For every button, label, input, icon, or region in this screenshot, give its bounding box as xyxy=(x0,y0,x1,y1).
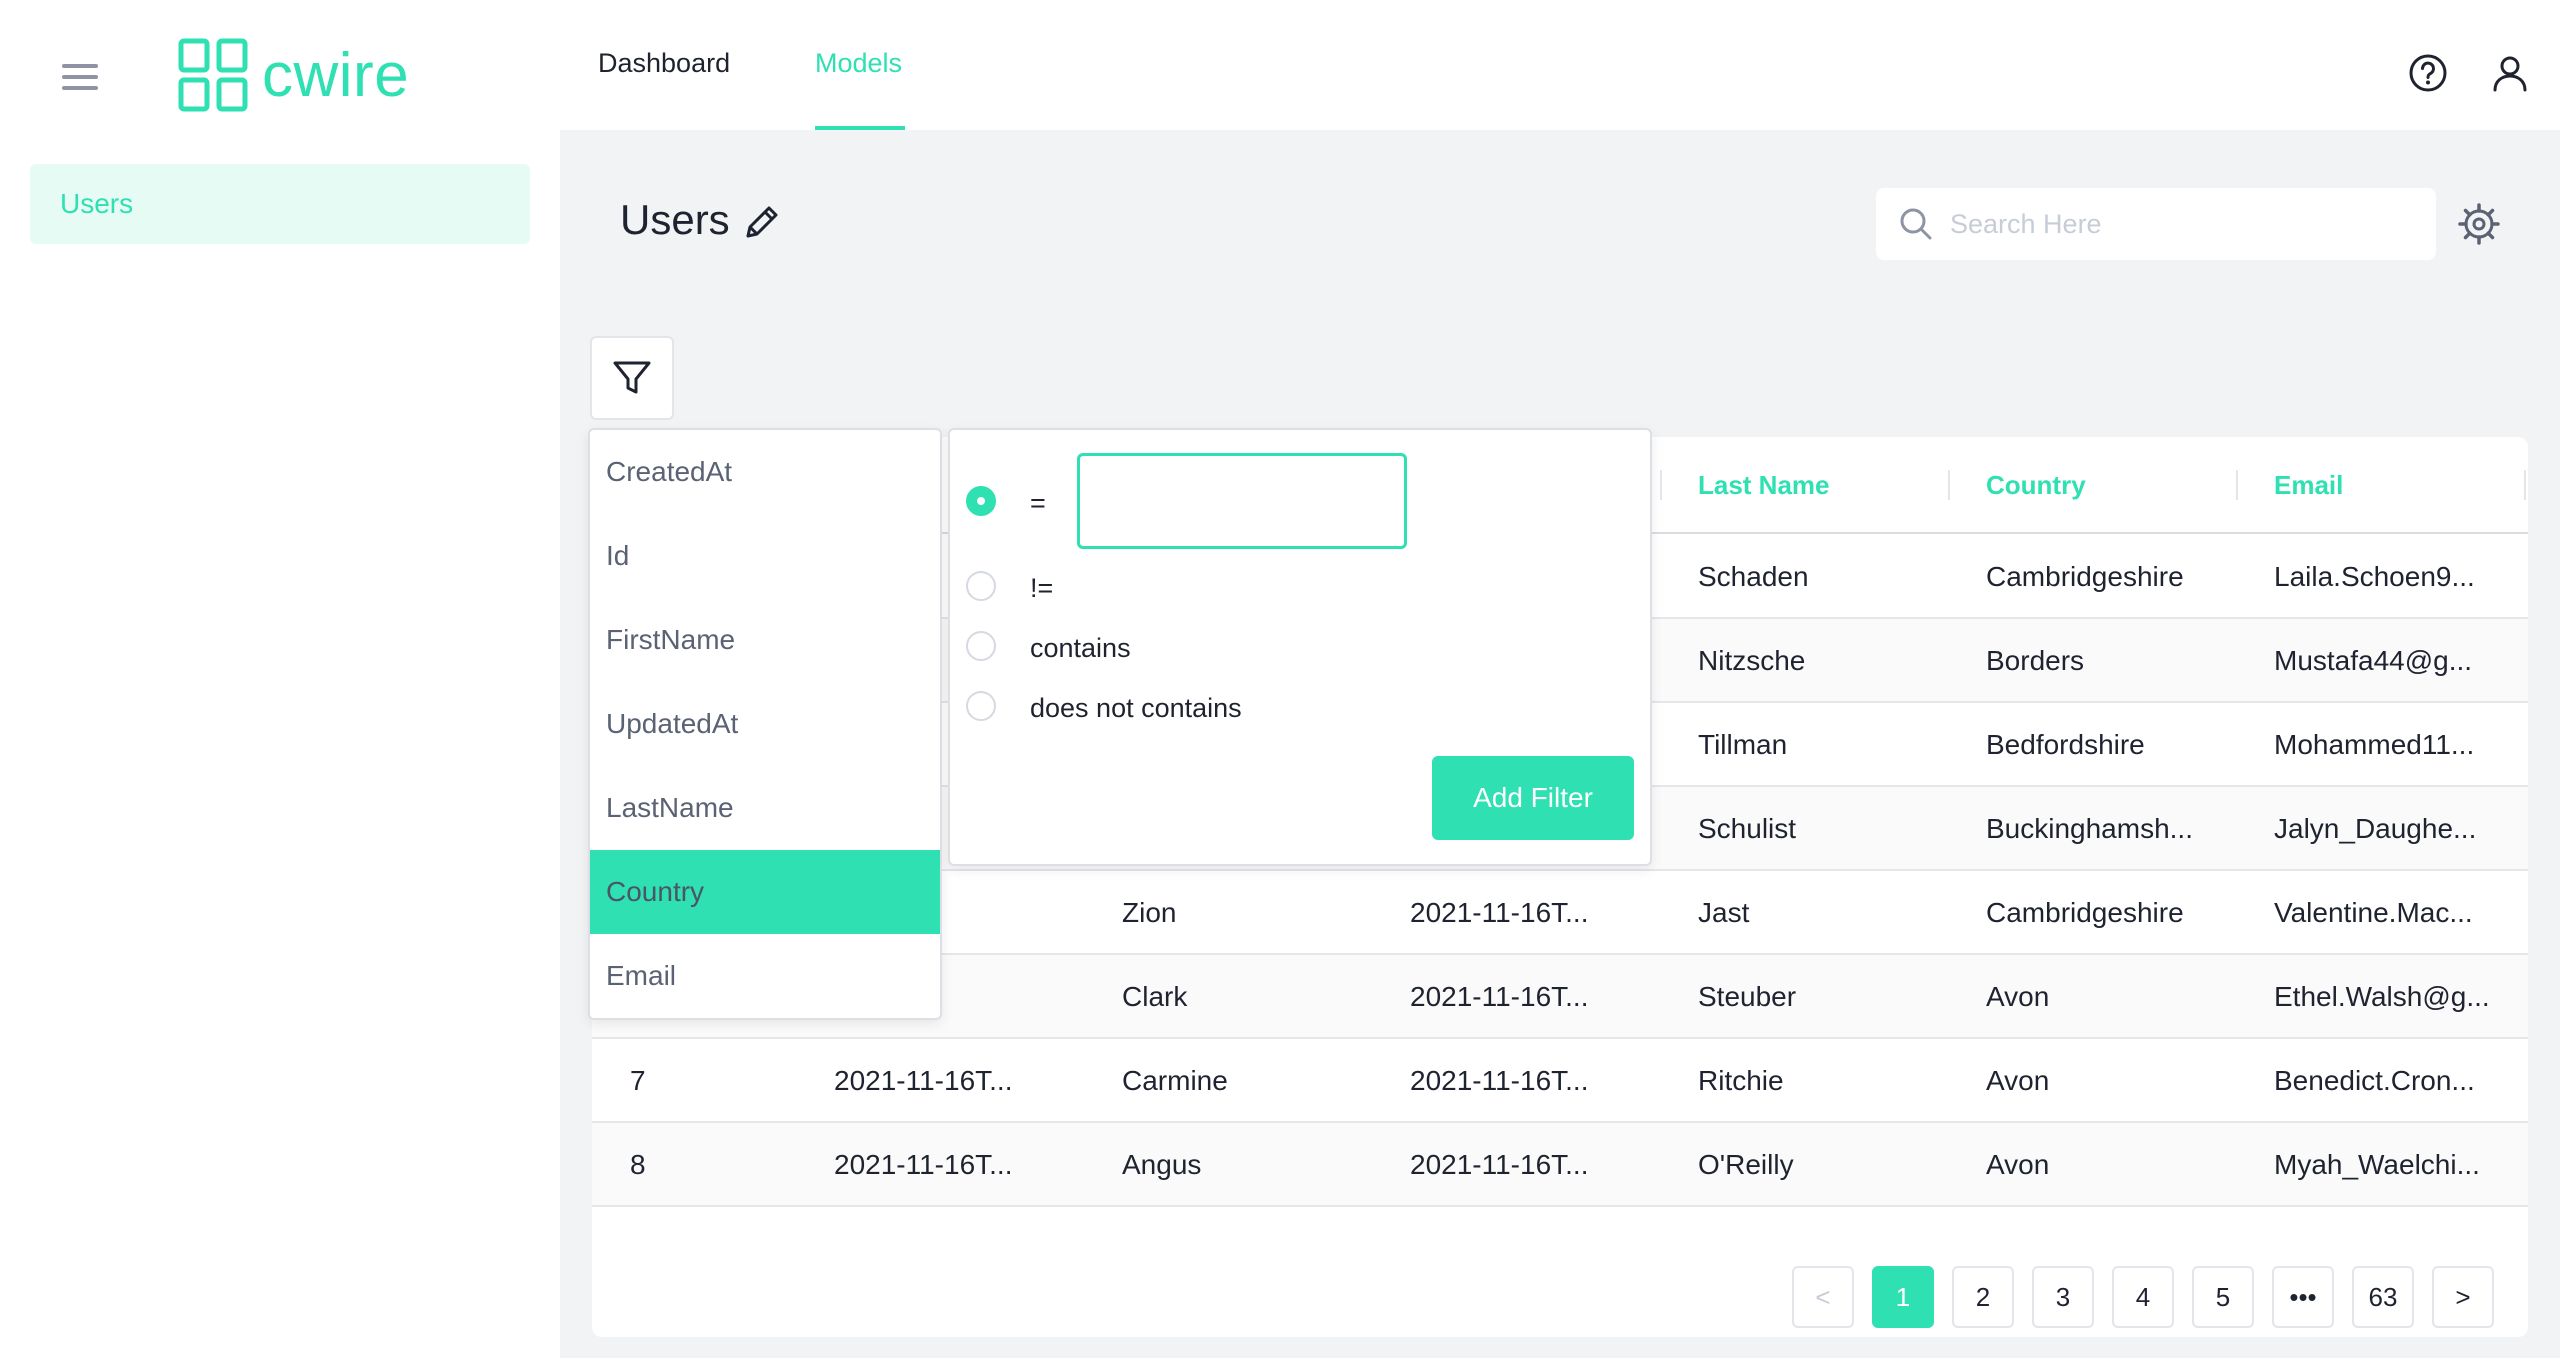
operator-not-contains-radio[interactable] xyxy=(966,691,996,721)
logo[interactable]: cwire xyxy=(178,35,409,115)
pagination-prev-button[interactable]: < xyxy=(1792,1266,1854,1328)
table-cell-last-name: Jast xyxy=(1698,897,1750,928)
table-cell-country: Cambridgeshire xyxy=(1986,897,2184,928)
filter-funnel-icon xyxy=(613,361,651,394)
operator-contains-label: contains xyxy=(1030,633,1131,663)
pagination-page-last[interactable]: 63 xyxy=(2352,1266,2414,1328)
user-icon[interactable] xyxy=(2489,52,2531,94)
gear-icon[interactable] xyxy=(2457,202,2501,246)
nav-tab-dashboard[interactable]: Dashboard xyxy=(598,30,730,130)
filter-value-input[interactable] xyxy=(1077,453,1407,549)
pagination-ellipsis[interactable]: ••• xyxy=(2272,1266,2334,1328)
operator-equals-radio[interactable] xyxy=(966,486,996,516)
table-cell-updated-at: 2021-11-16T... xyxy=(1410,1149,1589,1180)
logo-text: cwire xyxy=(262,40,410,110)
edit-pencil-icon[interactable] xyxy=(740,202,782,244)
table-cell-updated-at: 2021-11-16T... xyxy=(1410,1065,1589,1096)
table-cell-id: 8 xyxy=(630,1149,646,1180)
search-input[interactable] xyxy=(1948,207,2392,241)
table-cell-first-name: Zion xyxy=(1122,897,1177,928)
operator-contains-radio[interactable] xyxy=(966,631,996,661)
search-box[interactable] xyxy=(1876,188,2436,260)
filter-button[interactable] xyxy=(590,336,674,420)
table-cell-email: Mohammed11... xyxy=(2274,729,2475,760)
operator-not-equals-radio[interactable] xyxy=(966,571,996,601)
table-cell-first-name: Carmine xyxy=(1122,1065,1228,1096)
filter-field-country[interactable]: Country xyxy=(590,850,940,934)
logo-icon xyxy=(178,38,248,112)
column-header-email[interactable]: Email xyxy=(2274,470,2343,501)
filter-field-lastname[interactable]: LastName xyxy=(590,766,940,850)
operator-not-contains-label: does not contains xyxy=(1030,693,1242,723)
table-cell-last-name: Schaden xyxy=(1698,561,1809,592)
filter-field-createdat[interactable]: CreatedAt xyxy=(590,430,940,514)
table-cell-last-name: Nitzsche xyxy=(1698,645,1806,676)
table-cell-email: Ethel.Walsh@g... xyxy=(2274,981,2490,1012)
nav-tab-models[interactable]: Models xyxy=(815,30,902,130)
column-separator xyxy=(2236,470,2238,500)
sidebar xyxy=(0,130,560,1358)
help-icon[interactable] xyxy=(2407,52,2449,94)
table-cell-country: Buckinghamsh... xyxy=(1986,813,2193,844)
menu-icon[interactable] xyxy=(60,60,100,94)
table-cell-country: Avon xyxy=(1986,1149,2050,1180)
column-header-country[interactable]: Country xyxy=(1986,470,2086,501)
table-cell-last-name: Schulist xyxy=(1698,813,1797,844)
table-cell-last-name: O'Reilly xyxy=(1698,1149,1794,1180)
filter-field-list: CreatedAt Id FirstName UpdatedAt LastNam… xyxy=(588,428,942,1020)
table-cell-email: Mustafa44@g... xyxy=(2274,645,2473,676)
table-cell-first-name: Clark xyxy=(1122,981,1188,1012)
table-cell-country: Cambridgeshire xyxy=(1986,561,2184,592)
table-cell-email: Myah_Waelchi... xyxy=(2274,1149,2480,1180)
operator-not-equals-label: != xyxy=(1030,573,1054,603)
pagination-page-4[interactable]: 4 xyxy=(2112,1266,2174,1328)
table-cell-country: Bedfordshire xyxy=(1986,729,2145,760)
column-separator xyxy=(1660,470,1662,500)
table-cell-updated-at: 2021-11-16T... xyxy=(1410,981,1589,1012)
pagination-page-3[interactable]: 3 xyxy=(2032,1266,2094,1328)
table-cell-updated-at: 2021-11-16T... xyxy=(1410,897,1589,928)
filter-field-id[interactable]: Id xyxy=(590,514,940,598)
table-cell-email: Jalyn_Daughe... xyxy=(2274,813,2477,844)
table-cell-last-name: Ritchie xyxy=(1698,1065,1784,1096)
pagination-page-5[interactable]: 5 xyxy=(2192,1266,2254,1328)
table-cell-country: Avon xyxy=(1986,981,2050,1012)
table-cell-last-name: Steuber xyxy=(1698,981,1797,1012)
search-icon xyxy=(1900,208,1932,240)
table-cell-country: Borders xyxy=(1986,645,2085,676)
page-title: Users xyxy=(620,196,730,243)
column-header-last-name[interactable]: Last Name xyxy=(1698,470,1830,501)
filter-field-updatedat[interactable]: UpdatedAt xyxy=(590,682,940,766)
filter-field-firstname[interactable]: FirstName xyxy=(590,598,940,682)
pagination-page-2[interactable]: 2 xyxy=(1952,1266,2014,1328)
add-filter-button[interactable]: Add Filter xyxy=(1432,756,1634,840)
sidebar-item-users[interactable]: Users xyxy=(30,164,530,244)
column-separator xyxy=(1948,470,1950,500)
table-cell-email: Laila.Schoen9... xyxy=(2274,561,2475,592)
column-separator xyxy=(2524,470,2526,500)
table-cell-email: Valentine.Mac... xyxy=(2274,897,2473,928)
pagination-next-button[interactable]: > xyxy=(2432,1266,2494,1328)
table-cell-first-name: Angus xyxy=(1122,1149,1202,1180)
table-cell-email: Benedict.Cron... xyxy=(2274,1065,2475,1096)
table-cell-last-name: Tillman xyxy=(1698,729,1788,760)
table-cell-id: 7 xyxy=(630,1065,646,1096)
table-cell-created-at: 2021-11-16T... xyxy=(834,1065,1013,1096)
filter-field-email[interactable]: Email xyxy=(590,934,940,1018)
table-cell-country: Avon xyxy=(1986,1065,2050,1096)
operator-equals-label: = xyxy=(1030,488,1046,518)
table-cell-created-at: 2021-11-16T... xyxy=(834,1149,1013,1180)
pagination-page-1[interactable]: 1 xyxy=(1872,1266,1934,1328)
